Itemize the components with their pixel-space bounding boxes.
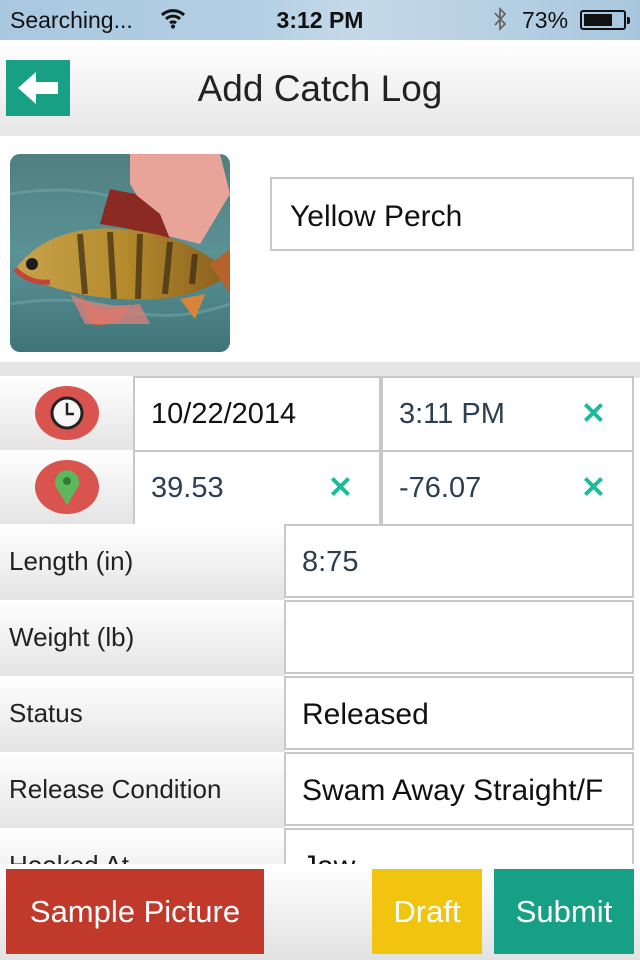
form-row-weight: Weight (lb) <box>0 600 640 676</box>
form-row-length: Length (in) 8:75 <box>0 524 640 600</box>
longitude-value: -76.07 <box>399 471 482 504</box>
clock-icon <box>34 386 99 440</box>
datetime-icon-cell <box>0 376 133 450</box>
length-label: Length (in) <box>0 524 285 600</box>
time-value: 3:11 PM <box>399 397 505 430</box>
length-input[interactable]: 8:75 <box>284 524 634 598</box>
location-icon-cell <box>0 450 133 524</box>
header: Add Catch Log <box>0 40 640 136</box>
bottom-action-bar: Sample Picture Draft Submit <box>0 864 640 960</box>
species-field[interactable]: Yellow Perch <box>270 177 634 251</box>
form-row-release-condition: Release Condition Swam Away Straight/F <box>0 752 640 828</box>
clear-longitude-icon[interactable]: ✕ <box>581 471 606 506</box>
clear-time-icon[interactable]: ✕ <box>581 397 606 432</box>
battery-icon <box>580 10 630 30</box>
date-value: 10/22/2014 <box>151 397 297 430</box>
release-condition-label: Release Condition <box>0 752 285 828</box>
fish-photo[interactable] <box>10 154 230 352</box>
status-bar: Searching... 3:12 PM 73% <box>0 0 640 40</box>
draft-button[interactable]: Draft <box>372 869 482 954</box>
weight-input[interactable] <box>284 600 634 674</box>
date-field[interactable]: 10/22/2014 <box>133 376 381 452</box>
latitude-value: 39.53 <box>151 471 224 504</box>
bluetooth-icon <box>494 6 507 32</box>
battery-percent: 73% <box>522 7 569 33</box>
release-condition-select[interactable]: Swam Away Straight/F <box>284 752 634 826</box>
map-pin-icon <box>34 460 99 514</box>
page-title: Add Catch Log <box>197 68 443 109</box>
catch-photo-section: Yellow Perch <box>0 136 640 362</box>
status-label: Status <box>0 676 285 752</box>
weight-label: Weight (lb) <box>0 600 285 676</box>
time-field[interactable]: 3:11 PM ✕ <box>381 376 634 452</box>
submit-button[interactable]: Submit <box>494 869 634 954</box>
form-row-status: Status Released <box>0 676 640 752</box>
latitude-field[interactable]: 39.53 ✕ <box>133 450 381 526</box>
yellow-perch-photo <box>10 154 230 352</box>
sample-picture-button[interactable]: Sample Picture <box>6 869 264 954</box>
clear-latitude-icon[interactable]: ✕ <box>328 471 353 506</box>
longitude-field[interactable]: -76.07 ✕ <box>381 450 634 526</box>
status-select[interactable]: Released <box>284 676 634 750</box>
